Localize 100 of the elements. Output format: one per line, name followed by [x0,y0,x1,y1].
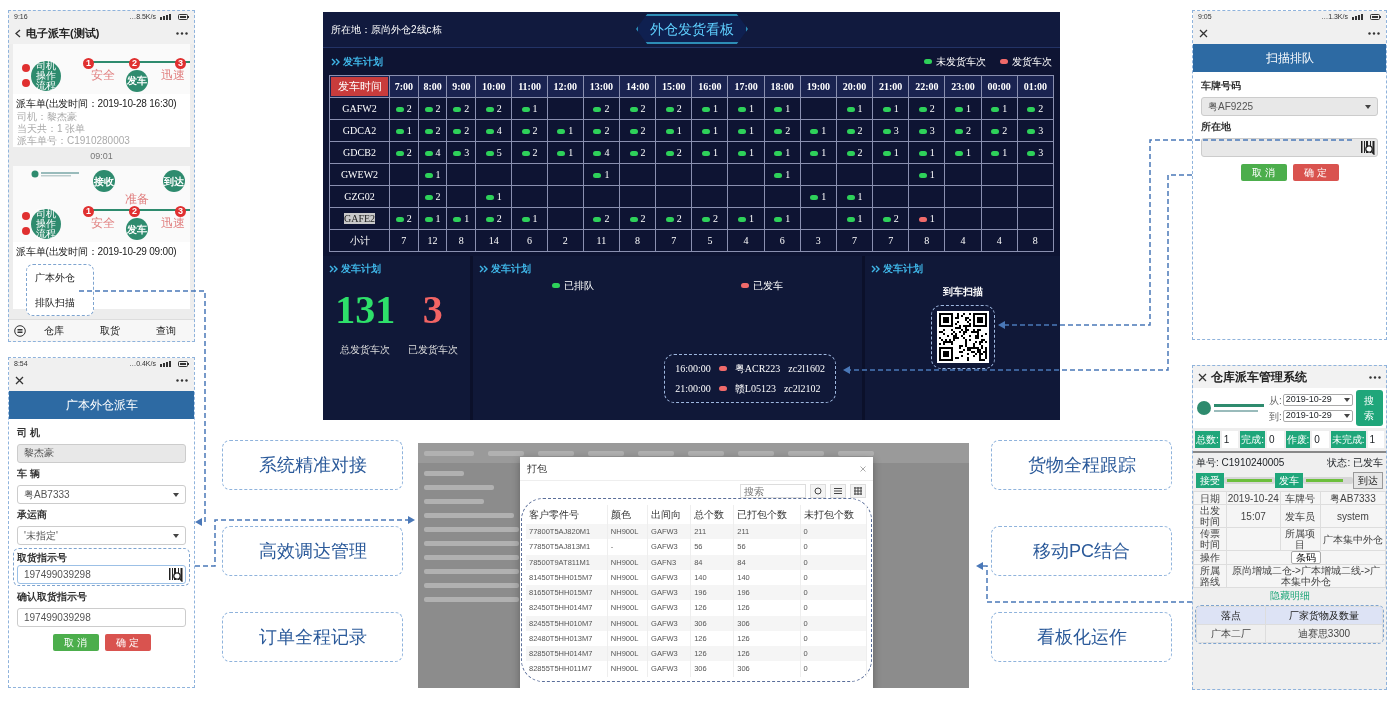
cell-value: 3 [929,125,935,136]
tab-item[interactable]: 取货 [82,323,138,338]
back-icon[interactable] [15,29,21,38]
header-cell: 15:00 [655,75,692,98]
list-button[interactable] [830,484,846,498]
table-cell: 8 [908,229,945,252]
cell-value: 1 [749,213,755,224]
plate-number: 赣L05123 [734,382,776,396]
scan-field[interactable] [1201,137,1378,157]
battery-icon [178,361,189,368]
cell-value: 2 [929,103,935,114]
cell-value: 1 [821,147,827,158]
detail-value: 15:07 [1226,504,1281,528]
detail-value: system [1320,504,1386,528]
grid-button[interactable] [850,484,866,498]
detail-value: 原尚增城二仓->广本增城二线->广本集中外仓 [1226,564,1386,588]
caret-icon [173,533,179,538]
marker-dot [22,227,30,235]
keyboard-menu-icon[interactable] [14,324,26,337]
more-icon[interactable] [176,379,188,382]
legend-label: 已排队 [564,279,595,293]
more-icon[interactable] [176,32,188,35]
menu-item[interactable]: 广本外仓 [35,270,93,285]
close-icon[interactable] [1199,29,1208,38]
caret-icon [1343,414,1350,418]
confirm-button[interactable]: 确 定 [104,633,151,651]
stat-value: 3 [422,288,443,332]
trip-code: zc2l2102 [783,382,821,396]
confirm-button[interactable]: 确 定 [1292,163,1339,181]
header-cell: 16:00 [691,75,728,98]
cell-value: 1 [464,213,470,224]
scan-label: 到车扫描 [941,285,984,299]
more-icon[interactable] [1369,375,1381,379]
cell-value: 3 [1038,147,1044,158]
cell-value: 2 [604,103,610,114]
blurred-text [738,450,774,456]
battery-icon [178,14,189,21]
barcode-button[interactable]: 条码 [1290,551,1321,564]
form-header: 广本外仓派车 [9,390,194,419]
plate-number: 粤ACR223 [734,362,781,376]
date-select[interactable]: 2019-10-29 [1282,410,1353,422]
arrive-button[interactable]: 到达 [1353,472,1383,489]
select-field[interactable]: 粤AB7333 [17,484,186,504]
cell-value: 1 [1002,103,1008,114]
number-marker: 1 [83,57,94,69]
cell-value: 2 [464,103,470,114]
cell-value: 4 [496,125,502,136]
cell-value: 1 [966,147,971,158]
barcode-magnifier-icon[interactable] [1360,139,1376,155]
field-label: 车牌号码 [1201,78,1242,93]
search-field[interactable]: 搜索 [740,484,806,498]
detail-value: 2019-10-24 [1226,491,1281,505]
table-cell: 4 [727,229,765,252]
field-label: 司 机 [17,425,41,440]
cell-value: 2 [857,125,863,136]
legend-label: 发货车次 [1012,55,1052,69]
cell-value: 2 [640,103,646,114]
table-cell: 14 [475,229,512,252]
tab-item[interactable]: 仓库 [26,323,82,338]
menu-item[interactable]: 排队扫描 [35,295,93,310]
app-title: 仓库派车管理系统 [1211,369,1308,386]
date-select[interactable]: 2019-10-29 [1282,394,1353,406]
select-field[interactable]: 粤AF9225 [1201,96,1378,116]
header-cell: 12:00 [547,75,584,98]
chevron-icon [479,264,488,273]
detail-label: 传票时间 [1193,527,1227,551]
form-header: 扫描排队 [1193,43,1386,72]
scan-field[interactable]: 197499039298 [17,564,186,584]
table-cell: 迪赛思3300 [1265,624,1383,643]
tab-item[interactable]: 查询 [138,323,194,338]
cell-value: 1 [749,125,755,136]
more-icon[interactable] [1368,32,1380,35]
refresh-button[interactable] [810,484,826,498]
cell-value: 2 [496,103,502,114]
close-icon[interactable] [1198,372,1207,382]
section-title: 发车计划 [341,262,381,276]
column-header: 落点 [1196,606,1266,625]
blurred-text [788,450,824,456]
cell-value: 1 [785,103,791,114]
input-field[interactable]: 197499039298 [17,607,186,627]
card-title: 派车单(出发时间：2019-10-28 16:30) [15,96,178,111]
cell-value: 1 [857,213,863,224]
barcode-magnifier-icon[interactable] [168,566,184,582]
chevron-icon [329,264,338,273]
select-field[interactable]: '未指定' [17,525,186,545]
stat-label: 已发货车次 [407,343,458,357]
cell-value: 1 [568,147,574,158]
cell-value: 1 [966,103,971,114]
header-cell: 10:00 [475,75,512,98]
refresh-icon [814,487,822,495]
detail-value: 粤AB7333 [1320,491,1386,505]
cell-value: 2 [604,125,610,136]
close-icon[interactable] [15,376,24,385]
header-cell: 23:00 [944,75,982,98]
field-label: 取货指示号 [17,550,68,565]
number-marker: 3 [175,206,186,217]
cell-value: 3 [464,147,470,158]
number-marker: 2 [129,57,140,69]
header-cell: 20:00 [836,75,873,98]
input-field[interactable]: 黎杰豪 [17,443,186,463]
